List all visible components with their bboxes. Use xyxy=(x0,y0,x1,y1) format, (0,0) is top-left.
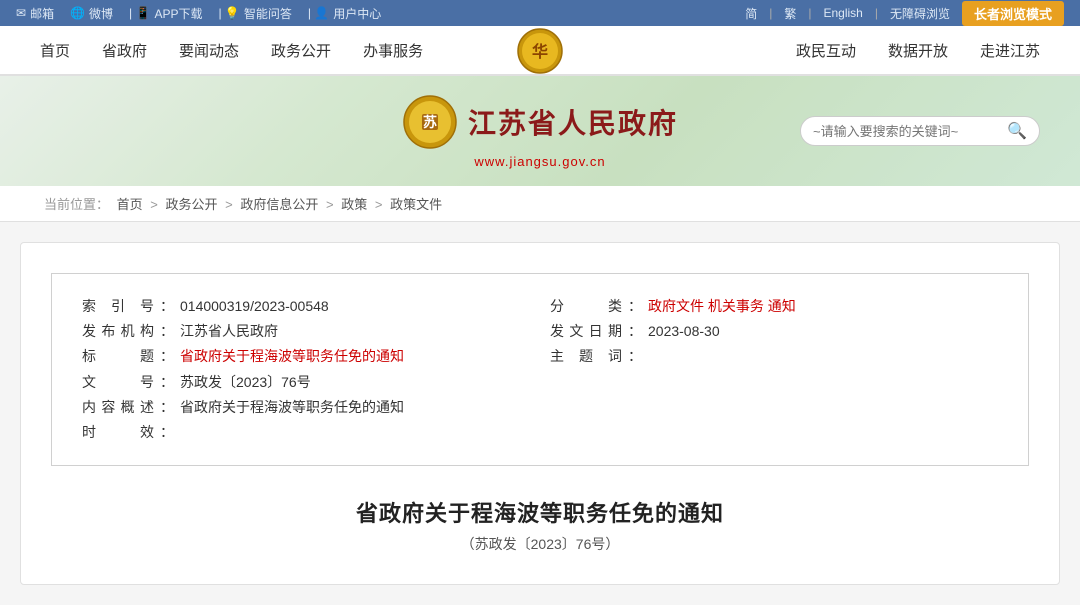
breadcrumb-sep4: > xyxy=(375,197,386,212)
breadcrumb-sep1: > xyxy=(150,197,161,212)
top-bar-left: ✉ 邮箱 🌐 微博 | 📱 APP下载 | 💡 智能问答 | 👤 用户中心 xyxy=(16,5,381,22)
category-value[interactable]: 政府文件 机关事务 通知 xyxy=(648,294,796,319)
doc-info-left: 索 引 号 ： 014000319/2023-00548 发布机构 ： 江苏省人… xyxy=(82,294,530,445)
simplified-chinese-link[interactable]: 简 xyxy=(745,5,757,22)
logo-area: 苏 江苏省人民政府 www.jiangsu.gov.cn 🔍 xyxy=(0,76,1080,186)
breadcrumb-sep2: > xyxy=(225,197,236,212)
document-main-title: 省政府关于程海波等职务任免的通知 xyxy=(51,496,1029,528)
logo-url: www.jiangsu.gov.cn xyxy=(474,154,605,169)
divider1: | xyxy=(769,6,772,20)
breadcrumb-home[interactable]: 首页 xyxy=(117,197,143,212)
app-link[interactable]: | 📱 APP下载 xyxy=(129,5,202,22)
breadcrumb-prefix: 当前位置： xyxy=(44,197,109,212)
index-value: 014000319/2023-00548 xyxy=(180,294,329,319)
doc-num-value: 苏政发〔2023〕76号 xyxy=(180,370,311,395)
nav-left: 首页 省政府 要闻动态 政务公开 办事服务 xyxy=(40,40,423,61)
logo-center: 苏 江苏省人民政府 www.jiangsu.gov.cn xyxy=(402,94,678,169)
category-row: 分 类 ： 政府文件 机关事务 通知 xyxy=(550,294,998,319)
index-row: 索 引 号 ： 014000319/2023-00548 xyxy=(82,294,530,319)
mail-link[interactable]: ✉ 邮箱 xyxy=(16,5,54,22)
svg-text:华: 华 xyxy=(532,42,548,61)
document-title-area: 省政府关于程海波等职务任免的通知 （苏政发〔2023〕76号） xyxy=(51,496,1029,554)
issuer-row: 发布机构 ： 江苏省人民政府 xyxy=(82,319,530,344)
traditional-chinese-link[interactable]: 繁 xyxy=(784,5,796,22)
breadcrumb-bar: 当前位置： 首页 > 政务公开 > 政府信息公开 > 政策 > 政策文件 xyxy=(0,186,1080,222)
title-row: 标 题 ： 省政府关于程海波等职务任免的通知 xyxy=(82,344,530,369)
accessibility-link[interactable]: 无障碍浏览 xyxy=(890,5,950,22)
search-input[interactable] xyxy=(813,124,1007,139)
divider2: | xyxy=(808,6,811,20)
subject-label: 主 题 词 xyxy=(550,344,622,369)
breadcrumb-policy[interactable]: 政策 xyxy=(341,197,367,212)
logo-title: 苏 江苏省人民政府 xyxy=(402,94,678,150)
breadcrumb-policy-file[interactable]: 政策文件 xyxy=(390,197,442,212)
summary-label: 内容概述 xyxy=(82,395,154,420)
breadcrumb-sep3: > xyxy=(326,197,337,212)
issuer-value: 江苏省人民政府 xyxy=(180,319,278,344)
issue-date-row: 发文日期 ： 2023-08-30 xyxy=(550,319,998,344)
validity-label: 时 效 xyxy=(82,420,154,445)
nav-home[interactable]: 首页 xyxy=(40,40,70,61)
nav-jiangsu[interactable]: 走进江苏 xyxy=(980,40,1040,61)
validity-row: 时 效 ： xyxy=(82,420,530,445)
province-emblem-icon: 苏 xyxy=(402,94,458,150)
ai-link[interactable]: | 💡 智能问答 xyxy=(218,5,291,22)
issuer-label: 发布机构 xyxy=(82,319,154,344)
document-sub-title: （苏政发〔2023〕76号） xyxy=(51,534,1029,554)
main-nav: 首页 省政府 要闻动态 政务公开 办事服务 华 政民互动 数据开放 走进江苏 xyxy=(0,26,1080,76)
national-emblem-icon: 华 xyxy=(516,27,564,75)
svg-text:苏: 苏 xyxy=(423,114,437,130)
nav-emblem-center: 华 xyxy=(516,26,564,76)
nav-province-gov[interactable]: 省政府 xyxy=(102,40,147,61)
summary-value: 省政府关于程海波等职务任免的通知 xyxy=(180,395,404,420)
issue-date-label: 发文日期 xyxy=(550,319,622,344)
nav-data-open[interactable]: 数据开放 xyxy=(888,40,948,61)
search-button[interactable]: 🔍 xyxy=(1007,121,1027,141)
senior-mode-button[interactable]: 长者浏览模式 xyxy=(962,1,1064,26)
nav-services[interactable]: 办事服务 xyxy=(363,40,423,61)
main-content: 索 引 号 ： 014000319/2023-00548 发布机构 ： 江苏省人… xyxy=(20,242,1060,585)
nav-news[interactable]: 要闻动态 xyxy=(179,40,239,61)
divider3: | xyxy=(875,6,878,20)
document-info-box: 索 引 号 ： 014000319/2023-00548 发布机构 ： 江苏省人… xyxy=(51,273,1029,466)
title-label: 标 题 xyxy=(82,344,154,369)
breadcrumb-gov-info[interactable]: 政府信息公开 xyxy=(240,197,318,212)
english-link[interactable]: English xyxy=(823,6,862,20)
doc-info-grid: 索 引 号 ： 014000319/2023-00548 发布机构 ： 江苏省人… xyxy=(82,294,998,445)
doc-num-row: 文 号 ： 苏政发〔2023〕76号 xyxy=(82,370,530,395)
doc-info-right: 分 类 ： 政府文件 机关事务 通知 发文日期 ： 2023-08-30 主 题… xyxy=(550,294,998,445)
search-box[interactable]: 🔍 xyxy=(800,116,1040,146)
nav-interaction[interactable]: 政民互动 xyxy=(796,40,856,61)
weibo-link[interactable]: 🌐 微博 xyxy=(70,5,113,22)
doc-num-label: 文 号 xyxy=(82,370,154,395)
logo-text: 江苏省人民政府 xyxy=(468,102,678,142)
nav-right: 政民互动 数据开放 走进江苏 xyxy=(796,40,1040,61)
user-link[interactable]: | 👤 用户中心 xyxy=(308,5,381,22)
category-label: 分 类 xyxy=(550,294,622,319)
title-value[interactable]: 省政府关于程海波等职务任免的通知 xyxy=(180,344,404,369)
top-utility-bar: ✉ 邮箱 🌐 微博 | 📱 APP下载 | 💡 智能问答 | 👤 用户中心 简 … xyxy=(0,0,1080,26)
subject-row: 主 题 词 ： xyxy=(550,344,998,369)
issue-date-value: 2023-08-30 xyxy=(648,319,720,344)
nav-gov-affairs[interactable]: 政务公开 xyxy=(271,40,331,61)
summary-row: 内容概述 ： 省政府关于程海波等职务任免的通知 xyxy=(82,395,530,420)
index-label: 索 引 号 xyxy=(82,294,154,319)
breadcrumb-gov-affairs[interactable]: 政务公开 xyxy=(166,197,218,212)
top-bar-right: 简 | 繁 | English | 无障碍浏览 长者浏览模式 xyxy=(745,1,1064,26)
